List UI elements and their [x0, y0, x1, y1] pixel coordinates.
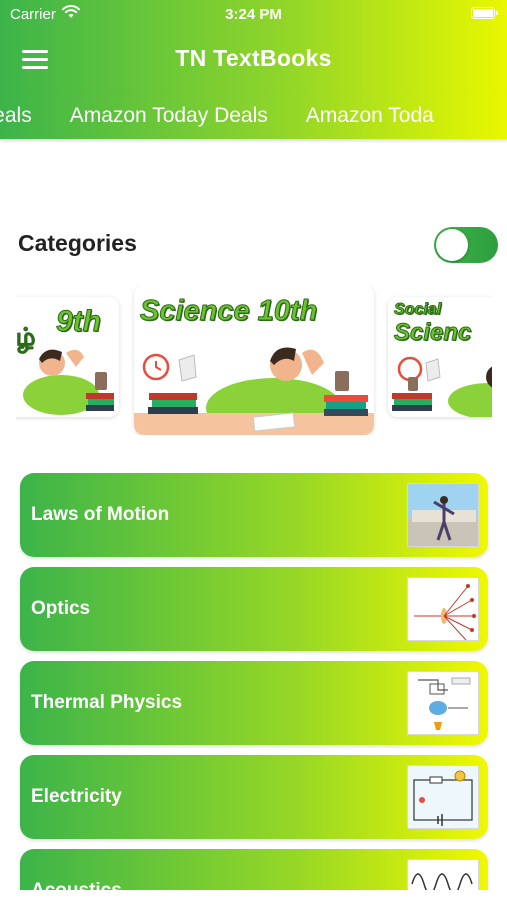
marquee-item[interactable]: Amazon Today Deals: [70, 104, 268, 127]
marquee-item[interactable]: Deals: [0, 104, 32, 127]
banner-title: Science 10th: [139, 295, 318, 328]
battery-icon: [471, 7, 498, 19]
svg-text:ழ்: ழ்: [16, 323, 35, 354]
status-bar: Carrier 3:24 PM: [0, 0, 507, 28]
categories-toggle[interactable]: [434, 227, 498, 263]
banner-social-science[interactable]: Social Scienc: [388, 297, 492, 417]
topic-card-electricity[interactable]: Electricity: [20, 755, 488, 839]
topic-label: Laws of Motion: [31, 504, 170, 525]
status-time: 3:24 PM: [225, 6, 282, 23]
deals-marquee[interactable]: Deals Amazon Today Deals Amazon Toda: [0, 94, 507, 139]
marquee-track: Deals Amazon Today Deals Amazon Toda: [0, 104, 472, 128]
circuit-diagram-icon: [407, 765, 479, 829]
banner-science-10th[interactable]: Science 10th: [134, 285, 374, 435]
topic-card-thermal-physics[interactable]: Thermal Physics: [20, 661, 488, 745]
banner-title-top: Social: [393, 301, 442, 319]
page-title: TN TextBooks: [175, 45, 332, 71]
marquee-item[interactable]: Amazon Toda: [306, 104, 434, 127]
topic-card-optics[interactable]: Optics: [20, 567, 488, 651]
screen-bottom-edge: [0, 890, 507, 900]
banner-title: 9th: [56, 305, 102, 339]
light-rays-diagram-icon: [407, 577, 479, 641]
categories-heading: Categories: [18, 230, 137, 256]
banner-title-bottom: Scienc: [393, 319, 472, 347]
dancer-photo-icon: [407, 483, 479, 547]
category-carousel[interactable]: ழ் 9th Science 10th Social Scienc: [16, 285, 492, 435]
topic-label: Electricity: [31, 786, 122, 807]
app-header: Carrier 3:24 PM TN TextBooks: [0, 0, 507, 94]
heat-apparatus-diagram-icon: [407, 671, 479, 735]
toggle-knob: [436, 229, 468, 261]
banner-9th[interactable]: ழ் 9th: [16, 297, 119, 417]
topic-card-laws-of-motion[interactable]: Laws of Motion: [20, 473, 488, 557]
topic-label: Thermal Physics: [31, 692, 183, 713]
topic-label: Optics: [31, 598, 91, 619]
